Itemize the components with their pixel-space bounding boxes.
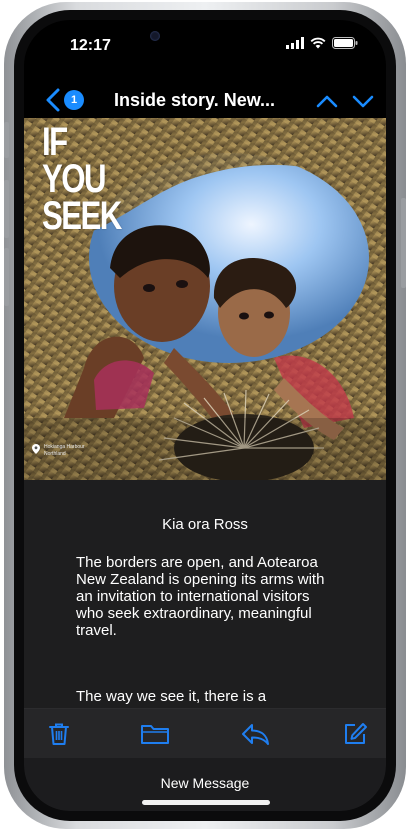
- previous-message-chevron-up-icon[interactable]: [314, 88, 340, 114]
- reply-icon[interactable]: [240, 721, 270, 747]
- volume-up-button: [4, 180, 9, 238]
- wifi-icon: [310, 37, 326, 49]
- email-greeting: Kia ora Ross: [162, 516, 248, 533]
- hero-headline-line-3: SEEK: [42, 194, 122, 238]
- mail-action-toolbar: [24, 708, 386, 758]
- next-message-chevron-down-icon[interactable]: [350, 88, 376, 114]
- notch: [130, 20, 280, 54]
- hero-headline: IF YOU SEEK: [42, 120, 122, 238]
- phone-frame: 12:17 1 Inside story. New... IF YOU SEEK…: [4, 2, 406, 829]
- silent-switch: [4, 122, 9, 158]
- trash-icon[interactable]: [46, 721, 72, 747]
- unread-count-badge[interactable]: 1: [64, 90, 84, 110]
- status-time: 12:17: [70, 37, 111, 54]
- phone-bezel: 12:17 1 Inside story. New... IF YOU SEEK…: [14, 10, 396, 821]
- email-body: Kia ora Ross The borders are open, and A…: [24, 480, 386, 708]
- home-indicator[interactable]: [142, 800, 270, 805]
- front-camera: [150, 31, 160, 41]
- battery-icon: [332, 37, 358, 49]
- phone-screen: 12:17 1 Inside story. New... IF YOU SEEK…: [24, 20, 386, 811]
- message-subject-title: Inside story. New...: [114, 90, 276, 110]
- new-message-label[interactable]: New Message: [24, 775, 386, 791]
- cellular-signal-icon: [286, 37, 304, 49]
- email-paragraph-2: The way we see it, there is a: [76, 688, 267, 705]
- volume-down-button: [4, 248, 9, 306]
- location-pin-icon: [32, 444, 40, 454]
- power-button: [401, 198, 406, 288]
- photo-location-caption: Hokianga Harbour Northland: [32, 444, 85, 458]
- hero-headline-line-2: YOU: [42, 157, 106, 201]
- folder-move-icon[interactable]: [140, 721, 170, 747]
- status-icons: [286, 37, 358, 49]
- compose-icon[interactable]: [342, 721, 368, 747]
- email-paragraph-1: The borders are open, and Aotearoa New Z…: [76, 554, 325, 639]
- caption-place: Hokianga Harbour: [44, 444, 85, 450]
- hero-headline-line-1: IF: [42, 120, 68, 164]
- caption-region: Northland: [44, 451, 66, 457]
- email-hero-image: IF YOU SEEK Hokianga Harbour Northland: [24, 118, 386, 480]
- mail-navigation-bar: 1 Inside story. New...: [24, 80, 386, 120]
